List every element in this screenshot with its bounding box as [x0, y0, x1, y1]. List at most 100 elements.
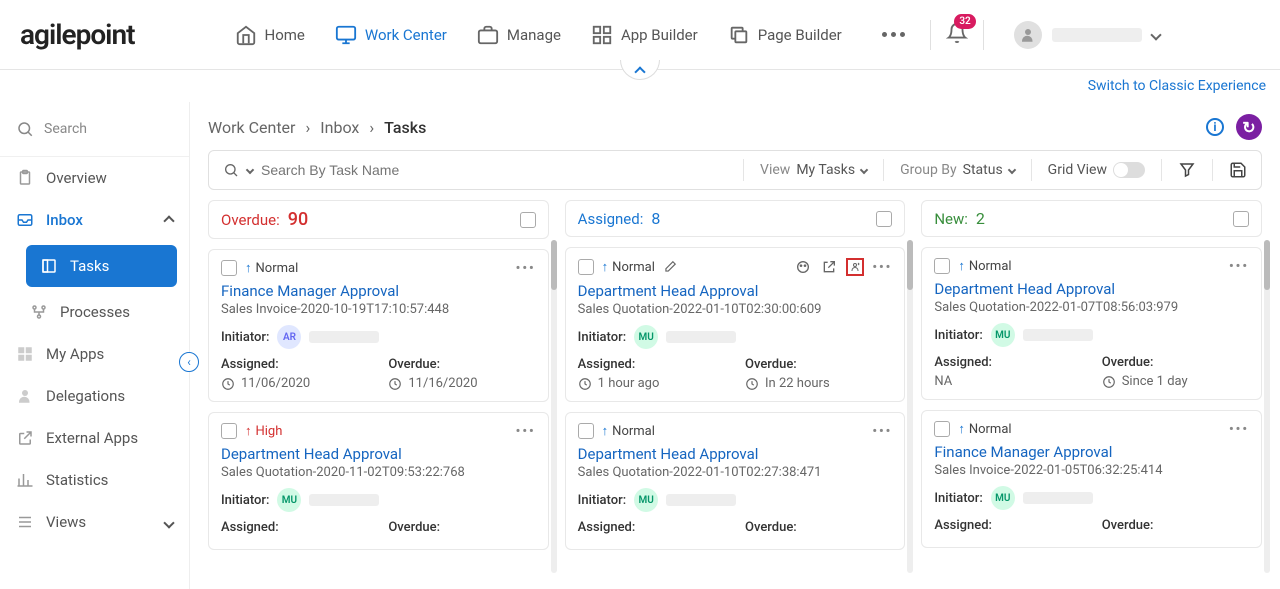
task-checkbox[interactable]: [221, 423, 237, 439]
task-title-link[interactable]: Department Head Approval: [934, 280, 1249, 298]
external-icon: [16, 429, 34, 447]
initiator-avatar: MU: [634, 325, 658, 349]
search-input[interactable]: [261, 162, 727, 178]
column-header-new: New: 2: [921, 200, 1262, 237]
arrow-up-icon: ↑: [602, 259, 609, 275]
sidebar-item-inbox[interactable]: Inbox: [0, 199, 189, 241]
task-search[interactable]: [223, 162, 727, 178]
nav-manage[interactable]: Manage: [477, 24, 561, 46]
clock-icon: [745, 377, 759, 391]
notifications-button[interactable]: 32: [946, 22, 968, 48]
save-icon[interactable]: [1229, 161, 1247, 179]
select-all-checkbox[interactable]: [520, 212, 536, 228]
card-menu[interactable]: •••: [1229, 422, 1249, 437]
card-menu[interactable]: •••: [872, 260, 892, 275]
task-title-link[interactable]: Department Head Approval: [578, 282, 893, 300]
column-header-assigned: Assigned: 8: [565, 200, 906, 237]
list-icon: [16, 513, 34, 531]
sidebar-collapse-button[interactable]: ‹: [179, 352, 199, 372]
groupby-selector[interactable]: Group By Status: [900, 162, 1015, 178]
search-icon: [16, 120, 34, 138]
info-button[interactable]: i: [1206, 118, 1224, 136]
task-title-link[interactable]: Finance Manager Approval: [221, 282, 536, 300]
task-card: ↑Normal ••• Department Head Approval Sal…: [921, 247, 1262, 400]
task-checkbox[interactable]: [934, 421, 950, 437]
user-menu[interactable]: [1014, 21, 1160, 49]
card-menu[interactable]: •••: [516, 261, 536, 276]
task-checkbox[interactable]: [934, 258, 950, 274]
task-card: ↑High ••• Department Head Approval Sales…: [208, 412, 549, 550]
nav-more[interactable]: [872, 32, 915, 37]
nav-page-builder[interactable]: Page Builder: [728, 24, 842, 46]
priority-badge: ↑Normal: [245, 260, 298, 276]
task-checkbox[interactable]: [578, 423, 594, 439]
breadcrumb-work-center[interactable]: Work Center: [208, 118, 295, 137]
priority-badge: ↑Normal: [958, 421, 1011, 437]
sidebar-search[interactable]: Search: [0, 102, 189, 157]
nav-work-center[interactable]: Work Center: [335, 24, 447, 46]
refresh-button[interactable]: ↻: [1236, 114, 1262, 140]
task-checkbox[interactable]: [221, 260, 237, 276]
search-icon: [223, 162, 239, 178]
notification-badge: 32: [954, 14, 975, 29]
sidebar-item-my-apps[interactable]: My Apps: [0, 333, 189, 375]
chevron-down-icon: [1150, 29, 1161, 40]
card-menu[interactable]: •••: [516, 424, 536, 439]
sidebar-item-overview[interactable]: Overview: [0, 157, 189, 199]
filter-icon[interactable]: [1178, 161, 1196, 179]
task-toolbar: View My Tasks Group By Status Grid View: [208, 150, 1262, 190]
clock-icon: [221, 377, 235, 391]
view-icon[interactable]: [794, 258, 812, 276]
card-menu[interactable]: •••: [872, 424, 892, 439]
initiator-name: [309, 494, 379, 506]
scrollbar[interactable]: [551, 240, 557, 573]
sidebar-item-statistics[interactable]: Statistics: [0, 459, 189, 501]
clock-icon: [578, 377, 592, 391]
separator: [983, 20, 984, 50]
sidebar-item-delegations[interactable]: Delegations: [0, 375, 189, 417]
task-title-link[interactable]: Department Head Approval: [221, 445, 536, 463]
nav-home[interactable]: Home: [235, 24, 305, 46]
edit-icon[interactable]: [663, 260, 677, 274]
chevron-down-icon[interactable]: [246, 166, 254, 174]
main-content: Work Center › Inbox › Tasks i ↻ View My …: [190, 102, 1280, 589]
sidebar-item-processes[interactable]: Processes: [14, 291, 189, 333]
card-menu[interactable]: •••: [1229, 259, 1249, 274]
nav-app-builder[interactable]: App Builder: [591, 24, 698, 46]
task-subtitle: Sales Quotation-2020-11-02T09:53:22:768: [221, 465, 536, 480]
monitor-icon: [335, 24, 357, 46]
scrollbar[interactable]: [1264, 240, 1270, 573]
task-checkbox[interactable]: [578, 259, 594, 275]
task-title-link[interactable]: Department Head Approval: [578, 445, 893, 463]
toggle-switch[interactable]: [1113, 162, 1145, 178]
sidebar-item-views[interactable]: Views: [0, 501, 189, 543]
apps-icon: [16, 345, 34, 363]
open-icon[interactable]: [820, 258, 838, 276]
initiator-avatar: MU: [277, 488, 301, 512]
grid-view-toggle[interactable]: Grid View: [1048, 162, 1145, 178]
logo: agilepoint: [20, 18, 135, 51]
task-title-link[interactable]: Finance Manager Approval: [934, 443, 1249, 461]
task-subtitle: Sales Quotation-2022-01-10T02:30:00:609: [578, 302, 893, 317]
grid-icon: [591, 24, 613, 46]
user-icon: [16, 387, 34, 405]
reassign-icon[interactable]: [846, 258, 864, 276]
chevron-down-icon: [163, 517, 174, 528]
task-columns: Overdue: 90 ↑Normal ••• Finance Manager …: [208, 200, 1262, 573]
view-selector[interactable]: View My Tasks: [760, 162, 867, 178]
task-subtitle: Sales Quotation-2022-01-10T02:27:38:471: [578, 465, 893, 480]
priority-badge: ↑Normal: [958, 258, 1011, 274]
select-all-checkbox[interactable]: [876, 211, 892, 227]
clipboard-icon: [16, 169, 34, 187]
chevron-up-icon: [163, 215, 174, 226]
breadcrumb-inbox[interactable]: Inbox: [320, 118, 359, 137]
select-all-checkbox[interactable]: [1233, 211, 1249, 227]
sidebar-item-tasks[interactable]: Tasks: [26, 245, 177, 287]
sidebar-item-external-apps[interactable]: External Apps: [0, 417, 189, 459]
initiator-name: [309, 331, 379, 343]
initiator-name: [1023, 329, 1093, 341]
column-assigned: Assigned: 8 ↑Normal •••: [565, 200, 906, 573]
separator: [930, 20, 931, 50]
initiator-name: [666, 331, 736, 343]
scrollbar[interactable]: [907, 240, 913, 573]
